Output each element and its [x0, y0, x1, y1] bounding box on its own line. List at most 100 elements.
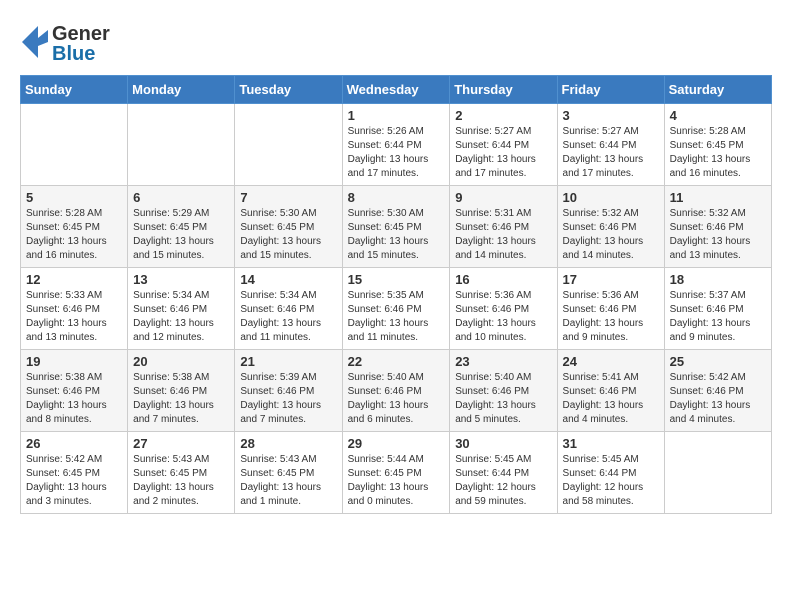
day-info: Sunrise: 5:40 AM Sunset: 6:46 PM Dayligh… — [455, 371, 551, 427]
calendar-cell: 20 Sunrise: 5:38 AM Sunset: 6:46 PM Dayli… — [128, 350, 235, 432]
day-number: 28 — [240, 436, 336, 451]
day-number: 29 — [348, 436, 445, 451]
calendar-cell: 30Sunrise: 5:45 AM Sunset: 6:44 PM Dayli… — [450, 432, 557, 514]
calendar-cell: 26 Sunrise: 5:42 AM Sunset: 6:45 PM Dayli… — [21, 432, 128, 514]
calendar-cell — [128, 104, 235, 186]
day-number: 14 — [240, 272, 336, 287]
calendar-cell: 29 Sunrise: 5:44 AM Sunset: 6:45 PM Dayli… — [342, 432, 450, 514]
calendar-cell: 21 Sunrise: 5:39 AM Sunset: 6:46 PM Dayli… — [235, 350, 342, 432]
calendar-cell — [235, 104, 342, 186]
day-number: 5 — [26, 190, 122, 205]
day-info: Sunrise: 5:28 AM Sunset: 6:45 PM Dayligh… — [670, 125, 766, 181]
day-number: 4 — [670, 108, 766, 123]
calendar-week-5: 26 Sunrise: 5:42 AM Sunset: 6:45 PM Dayli… — [21, 432, 772, 514]
day-info: Sunrise: 5:36 AM Sunset: 6:46 PM Dayligh… — [563, 289, 659, 345]
day-number: 19 — [26, 354, 122, 369]
day-info: Sunrise: 5:42 AM Sunset: 6:45 PM Dayligh… — [26, 453, 122, 509]
calendar-cell: 6 Sunrise: 5:29 AM Sunset: 6:45 PM Daylig… — [128, 186, 235, 268]
column-header-tuesday: Tuesday — [235, 76, 342, 104]
calendar-cell: 12 Sunrise: 5:33 AM Sunset: 6:46 PM Dayli… — [21, 268, 128, 350]
calendar-week-2: 5 Sunrise: 5:28 AM Sunset: 6:45 PM Daylig… — [21, 186, 772, 268]
logo: GeneralBlue — [20, 20, 110, 65]
calendar-cell: 24 Sunrise: 5:41 AM Sunset: 6:46 PM Dayli… — [557, 350, 664, 432]
day-number: 20 — [133, 354, 229, 369]
day-info: Sunrise: 5:32 AM Sunset: 6:46 PM Dayligh… — [670, 207, 766, 263]
calendar-cell: 8Sunrise: 5:30 AM Sunset: 6:45 PM Daylig… — [342, 186, 450, 268]
day-number: 12 — [26, 272, 122, 287]
calendar-cell: 5 Sunrise: 5:28 AM Sunset: 6:45 PM Daylig… — [21, 186, 128, 268]
calendar-cell: 14 Sunrise: 5:34 AM Sunset: 6:46 PM Dayli… — [235, 268, 342, 350]
page-header: GeneralBlue — [20, 20, 772, 65]
day-info: Sunrise: 5:29 AM Sunset: 6:45 PM Dayligh… — [133, 207, 229, 263]
calendar-cell: 10 Sunrise: 5:32 AM Sunset: 6:46 PM Dayli… — [557, 186, 664, 268]
day-number: 6 — [133, 190, 229, 205]
day-number: 7 — [240, 190, 336, 205]
column-header-friday: Friday — [557, 76, 664, 104]
day-info: Sunrise: 5:32 AM Sunset: 6:46 PM Dayligh… — [563, 207, 659, 263]
calendar-cell: 23Sunrise: 5:40 AM Sunset: 6:46 PM Dayli… — [450, 350, 557, 432]
day-info: Sunrise: 5:36 AM Sunset: 6:46 PM Dayligh… — [455, 289, 551, 345]
day-info: Sunrise: 5:43 AM Sunset: 6:45 PM Dayligh… — [133, 453, 229, 509]
day-info: Sunrise: 5:33 AM Sunset: 6:46 PM Dayligh… — [26, 289, 122, 345]
calendar-cell: 16 Sunrise: 5:36 AM Sunset: 6:46 PM Dayli… — [450, 268, 557, 350]
day-info: Sunrise: 5:34 AM Sunset: 6:46 PM Dayligh… — [240, 289, 336, 345]
calendar-cell: 4 Sunrise: 5:28 AM Sunset: 6:45 PM Daylig… — [664, 104, 771, 186]
day-info: Sunrise: 5:39 AM Sunset: 6:46 PM Dayligh… — [240, 371, 336, 427]
day-number: 1 — [348, 108, 445, 123]
calendar-week-3: 12 Sunrise: 5:33 AM Sunset: 6:46 PM Dayli… — [21, 268, 772, 350]
day-info: Sunrise: 5:42 AM Sunset: 6:46 PM Dayligh… — [670, 371, 766, 427]
day-number: 18 — [670, 272, 766, 287]
calendar-week-4: 19 Sunrise: 5:38 AM Sunset: 6:46 PM Dayli… — [21, 350, 772, 432]
svg-text:Blue: Blue — [52, 43, 95, 65]
day-number: 16 — [455, 272, 551, 287]
day-number: 21 — [240, 354, 336, 369]
column-header-wednesday: Wednesday — [342, 76, 450, 104]
calendar-cell: 17 Sunrise: 5:36 AM Sunset: 6:46 PM Dayli… — [557, 268, 664, 350]
day-info: Sunrise: 5:40 AM Sunset: 6:46 PM Dayligh… — [348, 371, 445, 427]
day-number: 27 — [133, 436, 229, 451]
day-number: 30 — [455, 436, 551, 451]
column-header-monday: Monday — [128, 76, 235, 104]
day-info: Sunrise: 5:38 AM Sunset: 6:46 PM Dayligh… — [26, 371, 122, 427]
calendar-cell: 31 Sunrise: 5:45 AM Sunset: 6:44 PM Dayli… — [557, 432, 664, 514]
day-info: Sunrise: 5:41 AM Sunset: 6:46 PM Dayligh… — [563, 371, 659, 427]
svg-text:General: General — [52, 23, 110, 45]
day-number: 11 — [670, 190, 766, 205]
calendar-header-row: SundayMondayTuesdayWednesdayThursdayFrid… — [21, 76, 772, 104]
calendar-cell: 27 Sunrise: 5:43 AM Sunset: 6:45 PM Dayli… — [128, 432, 235, 514]
day-info: Sunrise: 5:31 AM Sunset: 6:46 PM Dayligh… — [455, 207, 551, 263]
day-number: 2 — [455, 108, 551, 123]
calendar-table: SundayMondayTuesdayWednesdayThursdayFrid… — [20, 75, 772, 514]
calendar-week-1: 1Sunrise: 5:26 AM Sunset: 6:44 PM Daylig… — [21, 104, 772, 186]
day-number: 22 — [348, 354, 445, 369]
day-info: Sunrise: 5:30 AM Sunset: 6:45 PM Dayligh… — [240, 207, 336, 263]
day-number: 3 — [563, 108, 659, 123]
day-number: 10 — [563, 190, 659, 205]
column-header-sunday: Sunday — [21, 76, 128, 104]
day-info: Sunrise: 5:38 AM Sunset: 6:46 PM Dayligh… — [133, 371, 229, 427]
calendar-cell: 2Sunrise: 5:27 AM Sunset: 6:44 PM Daylig… — [450, 104, 557, 186]
calendar-cell: 28Sunrise: 5:43 AM Sunset: 6:45 PM Dayli… — [235, 432, 342, 514]
day-number: 13 — [133, 272, 229, 287]
day-number: 15 — [348, 272, 445, 287]
column-header-thursday: Thursday — [450, 76, 557, 104]
day-number: 25 — [670, 354, 766, 369]
day-info: Sunrise: 5:34 AM Sunset: 6:46 PM Dayligh… — [133, 289, 229, 345]
calendar-cell: 7 Sunrise: 5:30 AM Sunset: 6:45 PM Daylig… — [235, 186, 342, 268]
day-info: Sunrise: 5:44 AM Sunset: 6:45 PM Dayligh… — [348, 453, 445, 509]
calendar-cell: 18Sunrise: 5:37 AM Sunset: 6:46 PM Dayli… — [664, 268, 771, 350]
day-number: 24 — [563, 354, 659, 369]
calendar-cell: 19 Sunrise: 5:38 AM Sunset: 6:46 PM Dayli… — [21, 350, 128, 432]
calendar-cell: 25 Sunrise: 5:42 AM Sunset: 6:46 PM Dayli… — [664, 350, 771, 432]
calendar-cell: 11 Sunrise: 5:32 AM Sunset: 6:46 PM Dayli… — [664, 186, 771, 268]
day-number: 31 — [563, 436, 659, 451]
day-number: 17 — [563, 272, 659, 287]
calendar-cell: 9 Sunrise: 5:31 AM Sunset: 6:46 PM Daylig… — [450, 186, 557, 268]
calendar-cell: 1Sunrise: 5:26 AM Sunset: 6:44 PM Daylig… — [342, 104, 450, 186]
calendar-cell: 22 Sunrise: 5:40 AM Sunset: 6:46 PM Dayli… — [342, 350, 450, 432]
calendar-cell: 15Sunrise: 5:35 AM Sunset: 6:46 PM Dayli… — [342, 268, 450, 350]
day-number: 9 — [455, 190, 551, 205]
day-number: 26 — [26, 436, 122, 451]
day-info: Sunrise: 5:28 AM Sunset: 6:45 PM Dayligh… — [26, 207, 122, 263]
day-info: Sunrise: 5:45 AM Sunset: 6:44 PM Dayligh… — [563, 453, 659, 509]
